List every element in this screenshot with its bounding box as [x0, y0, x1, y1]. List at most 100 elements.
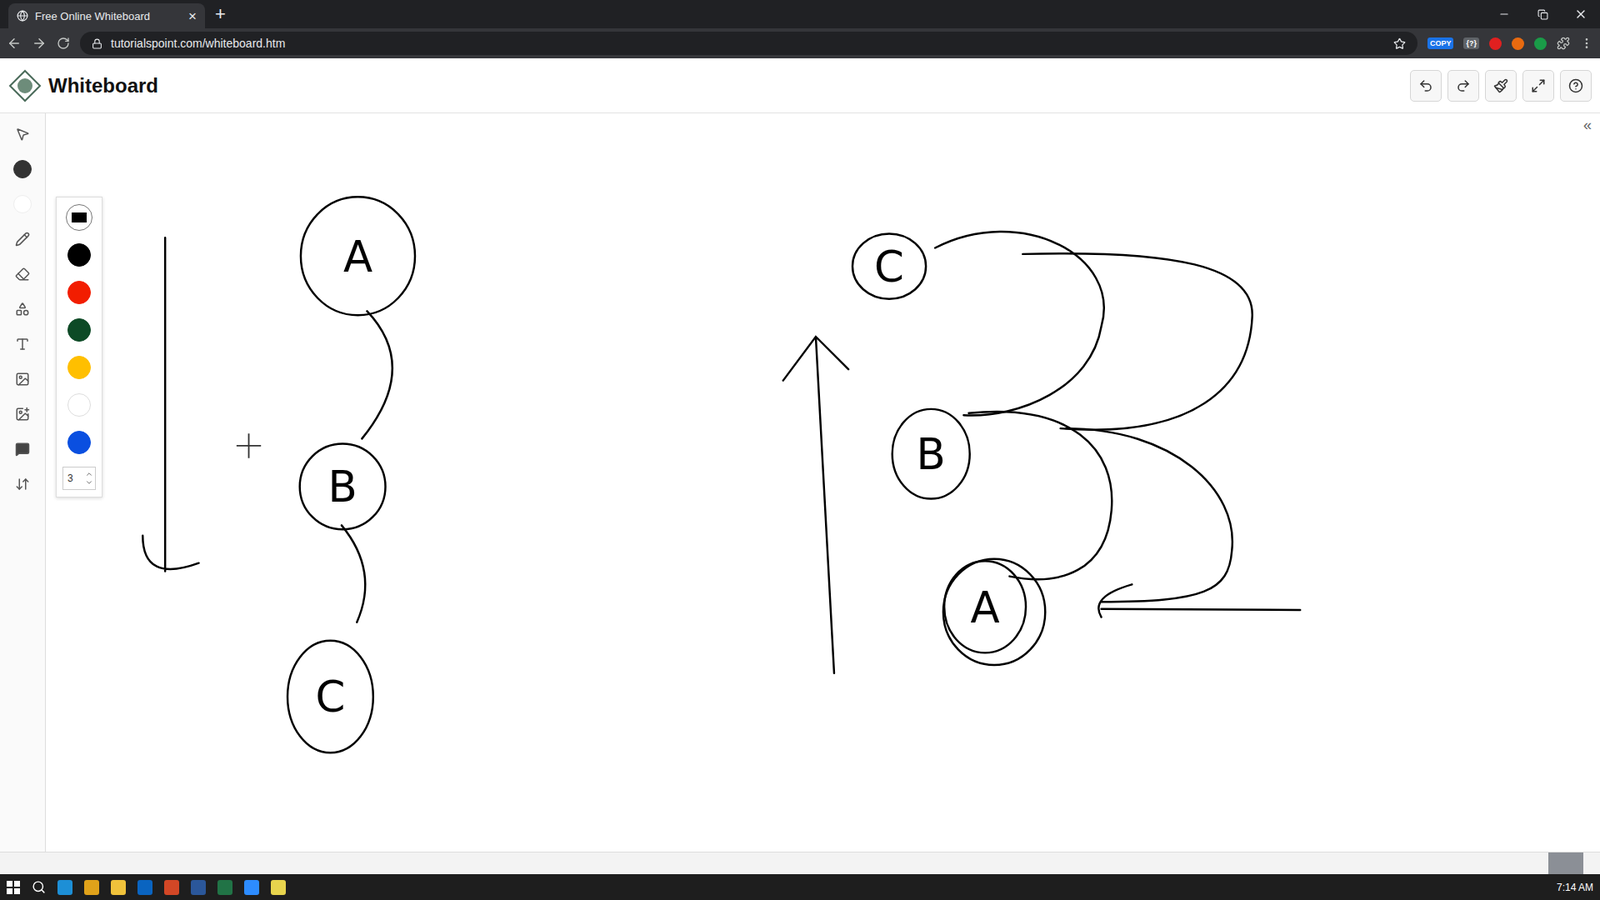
edge-line — [968, 411, 1112, 580]
extension-icon[interactable] — [1489, 37, 1502, 50]
drawing-canvas[interactable]: ABCCBA« — [45, 113, 1600, 852]
image-tool[interactable] — [5, 363, 40, 395]
stroke-color-tool[interactable] — [5, 153, 40, 185]
help-icon — [1568, 78, 1584, 94]
edge-app-icon[interactable] — [57, 880, 73, 895]
back-icon[interactable] — [6, 35, 22, 51]
close-button[interactable] — [1561, 7, 1600, 21]
node-circle — [944, 560, 1026, 653]
header-buttons — [1410, 70, 1592, 102]
color-swatch[interactable] — [65, 354, 93, 381]
status-strip — [0, 851, 1600, 875]
left-diagram: A B C — [142, 196, 415, 753]
color-dot — [67, 280, 91, 305]
bookmark-icon[interactable] — [1393, 37, 1406, 50]
comment-icon — [15, 441, 30, 457]
workspace: ABCCBA«3 — [0, 113, 1600, 852]
notes-app-icon[interactable] — [270, 880, 286, 895]
color-swatch[interactable] — [65, 316, 93, 344]
node-label: A — [343, 231, 373, 282]
stroke-width-input[interactable]: 3 — [62, 466, 96, 490]
tool-bar — [0, 113, 46, 852]
color-swatch[interactable] — [65, 279, 93, 306]
shapes-icon — [15, 301, 30, 317]
diagram-node[interactable]: B — [300, 443, 386, 530]
color-swatch[interactable] — [65, 241, 93, 269]
close-icon — [1574, 7, 1588, 21]
current-color — [71, 212, 87, 223]
undo-icon — [1418, 78, 1434, 94]
collapse-button[interactable]: « — [1583, 116, 1592, 135]
diagram-node[interactable]: C — [852, 233, 926, 299]
minimize-button[interactable] — [1485, 8, 1524, 20]
down-arrow — [142, 237, 199, 571]
pencil-icon — [15, 231, 30, 247]
reload-icon[interactable] — [56, 36, 70, 50]
drawing-board[interactable]: ABCCBA — [45, 113, 1600, 852]
extension-badge[interactable]: {?} — [1463, 37, 1480, 50]
site-icon — [16, 10, 29, 22]
zoom-app-icon[interactable] — [244, 880, 260, 895]
diagram-node[interactable]: A — [300, 196, 415, 315]
decrease-icon[interactable] — [85, 478, 94, 487]
powerpoint-app-icon[interactable] — [164, 880, 180, 895]
redo-button[interactable] — [1447, 70, 1480, 102]
redo-icon — [1455, 78, 1471, 94]
extensions-icon[interactable] — [1556, 36, 1570, 50]
url-text: tutorialspoint.com/whiteboard.htm — [110, 36, 1385, 50]
import-export-icon — [15, 476, 30, 492]
tab-close[interactable]: × — [188, 9, 197, 24]
pencil-tool[interactable] — [5, 223, 40, 255]
text-tool[interactable] — [5, 328, 40, 360]
minimize-icon — [1498, 8, 1510, 20]
forward-icon[interactable] — [31, 35, 47, 51]
color-dot — [67, 430, 91, 455]
eraser-icon — [15, 266, 30, 282]
color-swatch[interactable] — [65, 391, 93, 419]
excel-app-icon[interactable] — [217, 880, 233, 895]
explorer-app-icon[interactable] — [110, 880, 126, 895]
shapes-tool[interactable] — [5, 293, 40, 325]
outlook-app-icon[interactable] — [137, 880, 153, 895]
address-bar[interactable]: tutorialspoint.com/whiteboard.htm — [80, 31, 1418, 55]
app-header: Whiteboard — [0, 58, 1600, 114]
extension-badge[interactable]: COPY — [1427, 37, 1455, 50]
undo-button[interactable] — [1410, 70, 1442, 102]
node-circle — [852, 233, 926, 299]
eraser-tool[interactable] — [5, 258, 40, 290]
extension-icon[interactable] — [1534, 37, 1547, 50]
browser-tab[interactable]: Free Online Whiteboard× — [8, 3, 205, 29]
fullscreen-icon — [1530, 78, 1546, 94]
help-button[interactable] — [1560, 70, 1592, 102]
right-diagram: C BA — [783, 231, 1300, 674]
diagram-node[interactable]: C — [287, 640, 374, 754]
node-circle — [300, 443, 386, 530]
app-title: Whiteboard — [48, 74, 159, 98]
clock: 7:14 AM — [1556, 881, 1594, 894]
diagram-node[interactable]: A — [943, 559, 1045, 665]
brush-button[interactable] — [1485, 70, 1517, 102]
node-label: C — [874, 241, 905, 292]
search-icon[interactable] — [31, 880, 46, 895]
extension-icon[interactable] — [1511, 37, 1525, 50]
word-app-icon[interactable] — [190, 880, 206, 895]
edge-line — [341, 525, 365, 622]
chrome-app-icon[interactable] — [84, 880, 100, 895]
diagram-node[interactable]: B — [892, 409, 970, 500]
increase-icon[interactable] — [85, 470, 94, 479]
color-swatch[interactable] — [65, 204, 93, 231]
background-tool[interactable] — [5, 398, 40, 430]
menu-icon[interactable] — [1580, 36, 1594, 50]
fill-color-tool[interactable] — [5, 188, 40, 220]
stroke-color-icon — [13, 160, 32, 179]
import-export-tool[interactable] — [5, 468, 40, 500]
comment-tool[interactable] — [5, 433, 40, 465]
color-palette: 3 — [55, 196, 103, 498]
restore-button[interactable] — [1523, 9, 1562, 20]
fullscreen-button[interactable] — [1522, 70, 1555, 102]
new-tab-button[interactable]: + — [215, 3, 226, 25]
taskbar: 7:14 AM — [0, 874, 1600, 900]
color-swatch[interactable] — [65, 429, 93, 456]
select-tool[interactable] — [5, 118, 40, 150]
windows-icon[interactable] — [6, 880, 20, 895]
